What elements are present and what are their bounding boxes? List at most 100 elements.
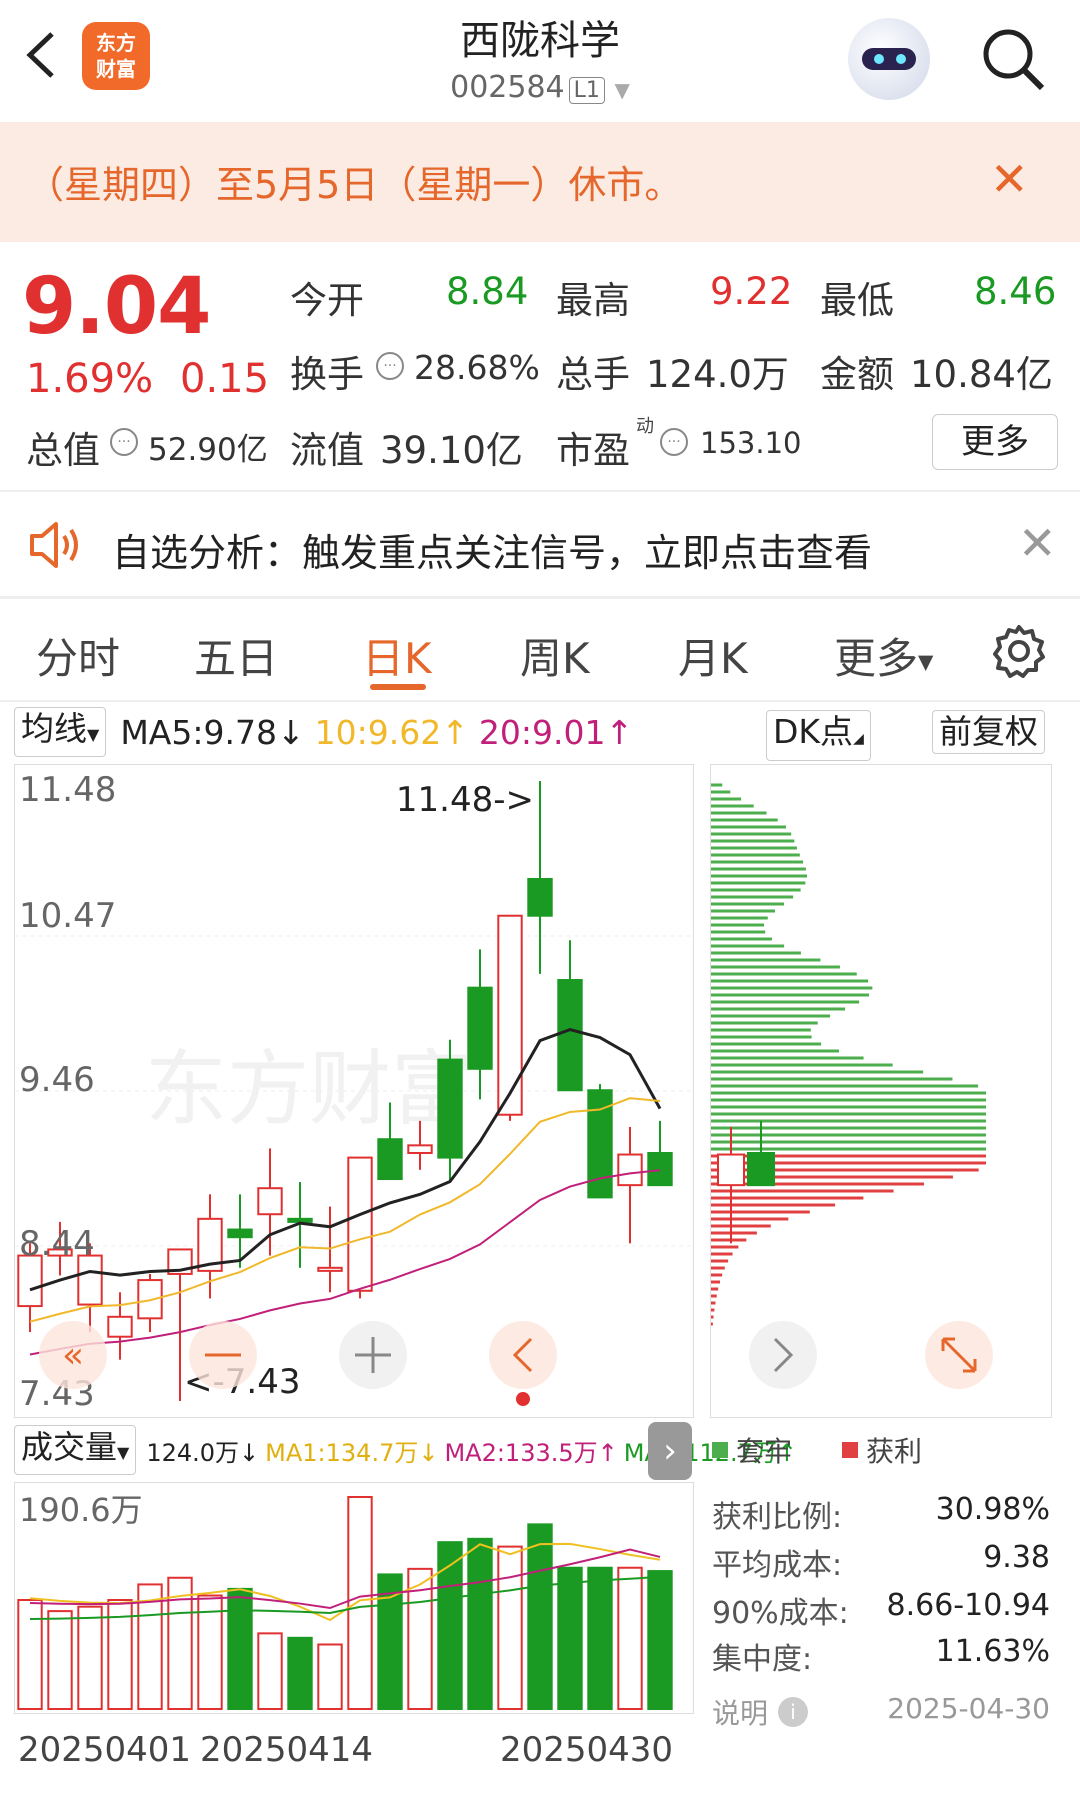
chevron-down-icon: ▼ — [918, 649, 934, 674]
profit-legend-label: 获利 — [866, 1435, 923, 1468]
chip-distribution-chart[interactable] — [710, 764, 1052, 1418]
candle-body — [747, 1152, 775, 1187]
scroll-left-button[interactable] — [489, 1321, 557, 1406]
divider — [0, 700, 1080, 702]
close-icon[interactable]: ✕ — [990, 154, 1029, 204]
candle-body — [407, 1144, 433, 1154]
search-icon[interactable] — [978, 24, 1048, 94]
volume-bar — [497, 1545, 523, 1710]
forward-adjust-button[interactable]: 前复权 — [932, 710, 1045, 754]
x-axis-date: 20250401 — [18, 1730, 192, 1770]
red-dot-indicator — [516, 1392, 530, 1406]
pe-label: 市盈 — [556, 429, 630, 472]
market-cap-label: 总值 — [26, 429, 100, 472]
info-icon[interactable]: ··· — [660, 428, 688, 456]
candle-body — [437, 1058, 463, 1159]
y-axis-label: 9.46 — [19, 1060, 95, 1100]
concentration-label: 集中度: — [712, 1642, 813, 1677]
tab-daily-k[interactable]: 日K — [362, 625, 432, 686]
pe-value: 153.10 — [700, 426, 802, 460]
market-level-badge: L1 — [568, 77, 605, 104]
candle-body — [497, 914, 523, 1116]
volume-bar — [587, 1566, 613, 1711]
zoom-out-button[interactable] — [189, 1321, 257, 1389]
open-value: 8.84 — [446, 270, 529, 313]
volume-bar — [557, 1566, 583, 1711]
candle-body — [467, 986, 493, 1070]
volume-bar — [317, 1643, 343, 1710]
info-icon[interactable]: ··· — [110, 428, 138, 456]
chip-note-button[interactable]: 说明 i — [712, 1692, 809, 1732]
watermark: 东方财富 — [145, 1042, 473, 1137]
y-axis-label: 8.44 — [19, 1224, 95, 1264]
ai-assistant-robot-icon[interactable] — [848, 18, 930, 100]
scroll-right-button[interactable] — [749, 1321, 817, 1389]
volume-label: 成交量 — [21, 1428, 118, 1466]
chip-legend: 套牢 获利 — [712, 1430, 922, 1470]
ma10-value: 10:9.62↑ — [314, 712, 469, 752]
stock-code: 002584 — [450, 70, 565, 105]
volume-bar — [347, 1496, 373, 1710]
high-value: 9.22 — [710, 270, 793, 313]
candle-body — [107, 1315, 133, 1338]
scroll-left-fast-button[interactable]: « — [39, 1321, 107, 1389]
tab-weekly-k[interactable]: 周K — [520, 625, 590, 686]
info-icon[interactable]: ··· — [376, 352, 404, 380]
tab-more[interactable]: 更多▼ — [834, 625, 933, 686]
market-closure-notice[interactable]: （星期四）至5月5日（星期一）休市。 ✕ — [0, 122, 1080, 242]
candle-body — [257, 1187, 283, 1216]
dk-point-button[interactable]: DK点◢ — [766, 710, 871, 761]
info-icon: i — [778, 1697, 809, 1727]
volume-chart[interactable]: 190.6万 — [14, 1482, 694, 1714]
max-price-marker: 11.48-> — [396, 780, 534, 820]
zoom-in-button[interactable] — [339, 1321, 407, 1389]
volume-indicator-selector[interactable]: 成交量▼ — [14, 1425, 137, 1475]
watchlist-alert-text[interactable]: 自选分析：触发重点关注信号，立即点击查看 — [112, 522, 872, 577]
cost90-value: 8.66-10.94 — [886, 1588, 1050, 1623]
candle-body — [317, 1266, 343, 1272]
x-axis-date: 20250430 — [500, 1730, 674, 1770]
chevron-down-icon: ▼ — [87, 725, 100, 744]
turnover-value: 28.68% — [414, 348, 540, 387]
note-label: 说明 — [712, 1697, 769, 1730]
volume-current: 124.0万↓ — [146, 1438, 260, 1467]
candle-body — [647, 1152, 673, 1187]
volume-bar — [437, 1541, 463, 1710]
ma20-value: 20:9.01↑ — [478, 712, 634, 752]
ma-legend-bar: 均线▼ MA5:9.78↓ 10:9.62↑ 20:9.01↑ — [14, 707, 634, 757]
concentration-value: 11.63% — [935, 1634, 1050, 1669]
volume-bar — [47, 1610, 73, 1711]
volume-bar — [287, 1636, 313, 1710]
volume-ma1: MA1:134.7万↓ — [265, 1438, 439, 1467]
candle-body — [527, 877, 553, 917]
candle-body — [227, 1228, 253, 1239]
tab-more-label: 更多 — [834, 634, 919, 683]
close-icon[interactable]: ✕ — [1018, 518, 1057, 568]
tab-five-day[interactable]: 五日 — [194, 625, 278, 686]
chevron-right-icon: › — [663, 1431, 677, 1471]
current-price: 9.04 — [22, 262, 211, 352]
tab-monthly-k[interactable]: 月K — [678, 625, 748, 686]
chevron-down-icon: ▼ — [614, 78, 630, 102]
amount-value: 10.84亿 — [910, 353, 1053, 396]
chip-date: 2025-04-30 — [887, 1692, 1050, 1725]
volume-bar — [467, 1537, 493, 1711]
kline-svg: 东方财富 11.48-> <-7.43 11.48 10.47 9.46 8.4… — [15, 770, 693, 1414]
kline-chart[interactable]: 东方财富 11.48-> <-7.43 11.48 10.47 9.46 8.4… — [14, 764, 694, 1418]
candle-body — [717, 1153, 745, 1187]
indicator-mode-selector[interactable]: 均线▼ — [14, 707, 107, 757]
tab-intraday[interactable]: 分时 — [36, 625, 120, 686]
expand-panel-button[interactable]: › — [648, 1422, 692, 1480]
more-quote-button[interactable]: 更多 — [932, 414, 1058, 470]
amount-label: 金额 — [820, 353, 894, 396]
notice-text: （星期四）至5月5日（星期一）休市。 — [26, 163, 683, 207]
candle-body — [617, 1153, 643, 1187]
fullscreen-button[interactable] — [925, 1321, 993, 1389]
active-tab-indicator — [370, 684, 426, 690]
gear-icon[interactable] — [992, 624, 1046, 678]
volume-bar — [257, 1632, 283, 1710]
open-label: 今开 — [290, 279, 364, 322]
candle-body — [377, 1138, 403, 1181]
indicator-mode-label: 均线 — [21, 709, 87, 748]
volume-value: 124.0万 — [646, 353, 789, 396]
